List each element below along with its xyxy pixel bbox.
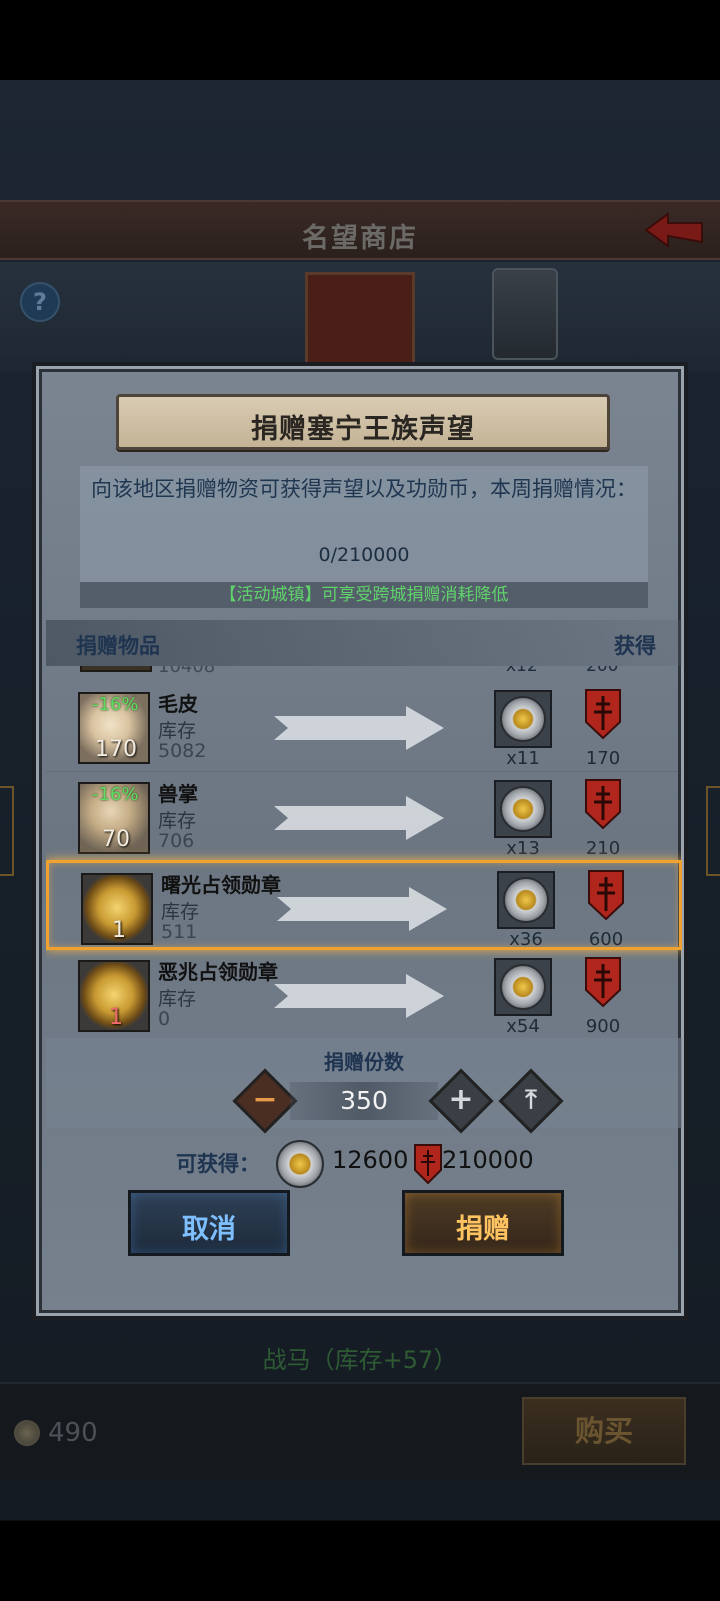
list-item-paw[interactable]: -16% 70 兽掌 库存 706 x13 210 [46,772,682,862]
item-stock: 5082 [158,740,207,762]
arrow-right-icon [277,887,447,931]
donate-button[interactable]: 捐赠 [402,1190,564,1256]
coin-icon [14,1420,40,1446]
omen-medal-icon: 1 [78,960,150,1032]
item-icon [80,666,152,672]
reward-coin-count: x13 [506,838,540,859]
reputation-shield-icon [414,1144,442,1184]
dawn-medal-icon: 1 [81,873,153,945]
status-bar [0,0,720,80]
reward-reputation: 200 [586,666,619,676]
arrow-right-icon [274,796,444,840]
reward-reputation: 210 [585,838,621,859]
navigation-bar [0,1521,720,1601]
donate-amount-panel: 捐赠份数 − 350 + ⤒ [46,1038,682,1134]
item-name: 毛皮 [158,692,198,716]
item-name: 恶兆占领勋章 [158,960,278,984]
list-header-rewards: 获得 [614,634,656,658]
reward-coin-count: x54 [506,1016,540,1037]
item-name: 曙光占领勋章 [161,873,281,897]
item-quantity: 70 [102,827,130,852]
back-arrow-icon[interactable] [642,210,708,252]
shop-header: 名望商店 [0,200,720,260]
reputation-shield-icon [585,779,621,830]
side-frame-left [0,786,14,876]
help-icon[interactable]: ? [20,282,60,322]
arrow-right-icon [274,974,444,1018]
item-stock: 10408 [158,666,216,677]
minus-icon: − [252,1082,278,1117]
reward-reputation: 900 [585,1016,621,1037]
stock-label: 库存 [158,720,197,742]
coin-amount: 490 [48,1418,98,1448]
arrow-right-icon [274,706,444,750]
reward-reputation: 170 [585,748,621,769]
discount-badge: -16% [92,694,139,715]
item-quantity: 170 [95,737,137,762]
list-item-partial[interactable]: 10408 x12 200 [46,666,682,682]
stock-label: 库存 [161,901,200,923]
screen: 名望商店 ? 战马（库存+57） 490 购买 捐赠塞宁王族声望 向该地区捐赠物… [0,0,720,1601]
dialog-title-plate: 捐赠塞宁王族声望 [116,394,610,450]
merit-coin-icon [276,1140,324,1188]
stock-label: 库存 [158,988,197,1010]
reward-coin-count: x11 [506,748,540,769]
max-arrow-icon: ⤒ [525,1085,537,1115]
discount-badge: -16% [92,784,139,805]
buy-button[interactable]: 购买 [522,1397,686,1465]
cancel-button[interactable]: 取消 [128,1190,290,1256]
reward-reputation: 600 [588,929,624,950]
reward-coin-count: x12 [506,666,538,676]
item-stock: 511 [161,921,198,943]
list-item-fur[interactable]: -16% 170 毛皮 库存 5082 x11 170 [46,682,682,772]
obtain-coin-value: 12600 [332,1146,409,1174]
dialog-title: 捐赠塞宁王族声望 [251,414,475,445]
description-text: 向该地区捐赠物资可获得声望以及功勋币，本周捐赠情况： [91,477,637,501]
item-stock: 0 [158,1008,171,1030]
donate-amount-input[interactable]: 350 [290,1082,438,1120]
donate-dialog: 捐赠塞宁王族声望 向该地区捐赠物资可获得声望以及功勋币，本周捐赠情况： 0/21… [32,362,688,1320]
merit-coin-icon [494,958,552,1016]
donate-button-label: 捐赠 [456,1214,510,1245]
paw-icon: -16% 70 [78,782,150,854]
obtain-label: 可获得： [176,1152,260,1176]
fur-icon: -16% 170 [78,692,150,764]
merit-coin-icon [494,780,552,838]
item-stock: 706 [158,830,195,852]
reward-coin-count: x36 [509,929,543,950]
plus-icon: + [448,1082,474,1117]
weekly-progress: 0/210000 [318,544,410,566]
merit-coin-icon [497,871,555,929]
list-header-items: 捐赠物品 [76,634,160,658]
cancel-button-label: 取消 [182,1214,236,1245]
stock-label: 库存 [158,810,197,832]
lantern-icon [492,268,558,360]
list-item-omen-medal[interactable]: 1 恶兆占领勋章 库存 0 x54 900 [46,950,682,1038]
reputation-shield-icon [585,689,621,740]
reputation-shield-icon [588,870,624,921]
list-header: 捐赠物品 获得 [46,620,682,666]
shop-title: 名望商店 [302,223,418,254]
faction-emblem-icon [305,272,415,372]
item-quantity: 1 [109,1005,123,1030]
reputation-shield-icon [585,957,621,1008]
description-panel: 向该地区捐赠物资可获得声望以及功勋币，本周捐赠情况： 0/210000 【活动城… [80,466,648,608]
list-item-dawn-medal[interactable]: 1 曙光占领勋章 库存 511 x36 600 [46,860,682,950]
item-name: 兽掌 [158,782,198,806]
obtain-summary: 可获得： 12600 210000 [36,1136,692,1190]
horse-stock-label: 战马（库存+57） [262,1346,458,1374]
item-quantity: 1 [112,918,126,943]
donation-item-list[interactable]: 10408 x12 200 -16% 170 毛皮 库存 5082 x11 17… [46,666,682,1038]
merit-coin-icon [494,690,552,748]
side-frame-right [706,786,720,876]
donate-amount-label: 捐赠份数 [324,1050,404,1074]
obtain-reputation-value: 210000 [442,1146,534,1174]
event-town-note: 【活动城镇】可享受跨城捐赠消耗降低 [80,582,648,608]
